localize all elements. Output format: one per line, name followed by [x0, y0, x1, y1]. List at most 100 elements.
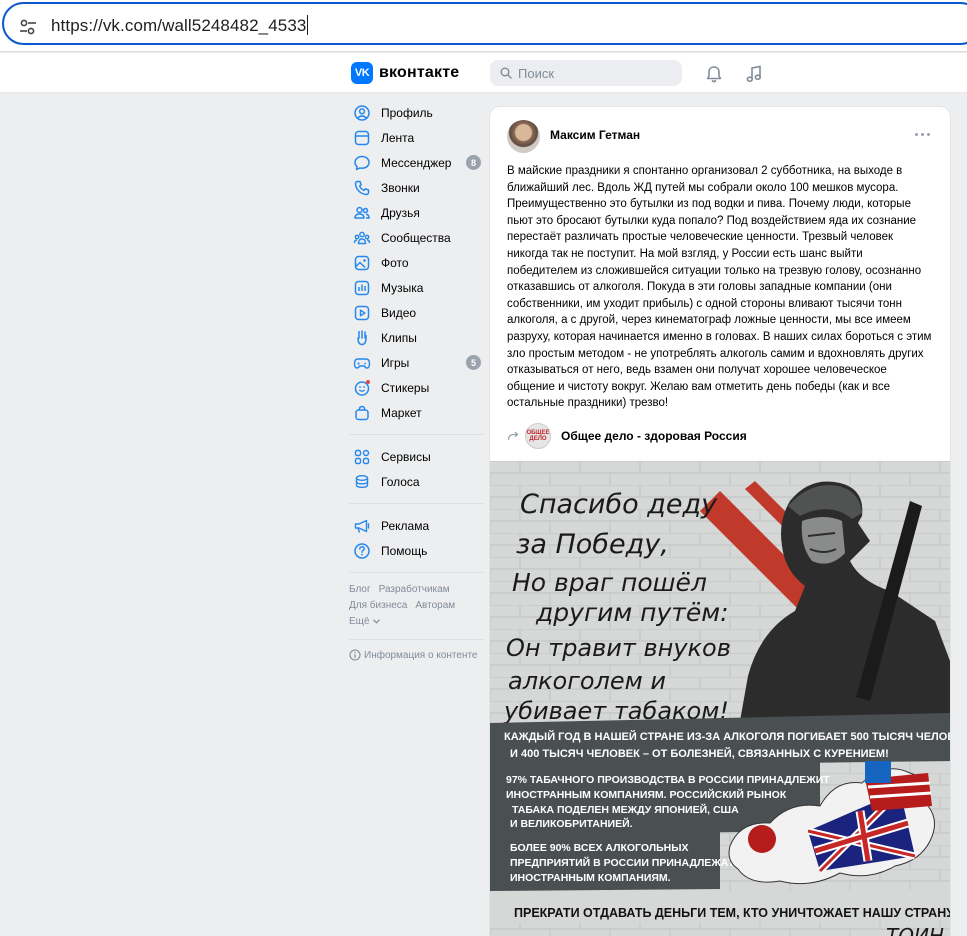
repost-source-name[interactable]: Общее дело - здоровая Россия	[561, 429, 747, 443]
footer-link-blog[interactable]: Блог	[349, 584, 371, 595]
sidebar-item-photos[interactable]: Фото	[349, 250, 484, 275]
sidebar-item-votes[interactable]: Голоса	[349, 469, 484, 494]
footer-link-developers[interactable]: Разработчикам	[379, 584, 450, 595]
vk-logo-text: вконтакте	[379, 64, 460, 81]
sidebar-divider	[349, 639, 484, 640]
chevron-down-icon	[373, 619, 381, 624]
video-icon	[354, 305, 370, 320]
sidebar-item-ads[interactable]: Реклама	[349, 513, 484, 538]
info-icon	[349, 649, 361, 661]
phone-icon	[354, 180, 370, 195]
sidebar-item-label: Друзья	[381, 205, 420, 220]
sidebar-item-communities[interactable]: Сообщества	[349, 225, 484, 250]
notification-badge: 5	[466, 355, 481, 370]
sidebar-item-friends[interactable]: Друзья	[349, 200, 484, 225]
poster-stat-text: И ВЕЛИКОБРИТАНИЕЙ.	[510, 817, 633, 830]
bell-icon[interactable]	[704, 64, 724, 84]
poster-slogan-line: Но враг пошёл	[512, 568, 707, 597]
music-icon	[354, 280, 370, 295]
wall-post: Максим Гетман В майские праздники я спон…	[490, 107, 950, 936]
sidebar-item-market[interactable]: Маркет	[349, 400, 484, 425]
sidebar-item-label: Маркет	[381, 405, 422, 420]
poster-stat-text: ТАБАКА ПОДЕЛЕН МЕЖДУ ЯПОНИЕЙ, США	[512, 803, 739, 816]
message-icon	[354, 155, 370, 170]
sidebar-item-label: Реклама	[381, 518, 430, 533]
help-icon	[354, 542, 370, 559]
vk-header: VK вконтакте	[0, 53, 967, 93]
sidebar-item-help[interactable]: Помощь	[349, 538, 484, 563]
footer-more-button[interactable]: Ещё	[349, 614, 484, 630]
sidebar-item-label: Музыка	[381, 280, 424, 295]
content-info-label: Информация о контенте	[364, 649, 478, 661]
sidebar-item-label: Сервисы	[381, 449, 431, 464]
coins-icon	[355, 474, 369, 488]
poster-slogan-line: другим путём:	[535, 598, 729, 627]
search-box[interactable]	[490, 60, 682, 86]
market-bag-icon	[355, 405, 369, 420]
search-input[interactable]	[518, 65, 668, 81]
sidebar-item-services[interactable]: Сервисы	[349, 444, 484, 469]
repost-source-avatar[interactable]: ОБЩЕЕ ДЕЛО	[525, 423, 551, 449]
services-grid-icon	[354, 449, 370, 464]
megaphone-icon	[354, 519, 370, 533]
sidebar-item-music[interactable]: Музыка	[349, 275, 484, 300]
post-text: В майские праздники я спонтанно организо…	[507, 165, 932, 410]
sidebar-item-label: Мессенджер	[381, 155, 452, 170]
poster-cta-text: ПРЕКРАТИ ОТДАВАТЬ ДЕНЬГИ ТЕМ, КТО УНИЧТО…	[514, 906, 950, 920]
text-caret	[307, 15, 309, 35]
sidebar-item-messenger[interactable]: Мессенджер 8	[349, 150, 484, 175]
gamepad-icon	[353, 357, 371, 369]
sidebar-item-calls[interactable]: Звонки	[349, 175, 484, 200]
sidebar-divider	[349, 434, 484, 435]
poster-slogan-line: Он травит внуков	[506, 634, 731, 662]
sidebar-item-label: Игры	[381, 355, 410, 370]
sidebar-item-profile[interactable]: Профиль	[349, 100, 484, 125]
content-info-link[interactable]: Информация о контенте	[349, 649, 484, 661]
post-image-poster[interactable]: Спасибо деду за Победу, Но враг пошёл др…	[490, 461, 950, 936]
url-text[interactable]: https://vk.com/wall5248482_4533	[51, 15, 309, 36]
sidebar-item-label: Голоса	[381, 474, 420, 489]
sidebar-item-feed[interactable]: Лента	[349, 125, 484, 150]
clips-icon	[357, 329, 367, 345]
left-sidebar: Профиль Лента Мессенджер 8 Звонки Друзья…	[349, 100, 484, 661]
sidebar-item-label: Клипы	[381, 330, 417, 345]
author-avatar[interactable]	[507, 120, 540, 153]
sidebar-item-games[interactable]: Игры 5	[349, 350, 484, 375]
poster-stat-text: БОЛЕЕ 90% ВСЕХ АЛКОГОЛЬНЫХ	[510, 842, 689, 854]
sidebar-item-clips[interactable]: Клипы	[349, 325, 484, 350]
unread-badge: 8	[466, 155, 481, 170]
sidebar-item-label: Видео	[381, 305, 417, 320]
repost-source[interactable]: ОБЩЕЕ ДЕЛО Общее дело - здоровая Россия	[507, 423, 747, 449]
sidebar-item-label: Сообщества	[381, 230, 451, 245]
communities-icon	[353, 231, 371, 244]
browser-toolbar: https://vk.com/wall5248482_4533	[0, 0, 967, 52]
poster-stat-text: 97% ТАБАЧНОГО ПРОИЗВОДСТВА В РОССИИ ПРИН…	[506, 774, 830, 786]
sidebar-item-label: Фото	[381, 255, 409, 270]
post-more-menu-icon[interactable]	[915, 133, 930, 136]
photo-icon	[354, 255, 370, 270]
sidebar-item-stickers[interactable]: Стикеры	[349, 375, 484, 400]
sidebar-item-label: Лента	[381, 130, 415, 145]
friends-icon	[354, 206, 370, 219]
poster-signature: ТОИН	[886, 924, 944, 936]
poster-slogan-line: Спасибо деду	[520, 489, 718, 520]
music-note-icon[interactable]	[744, 64, 764, 84]
poster-stat-text: ИНОСТРАННЫМ КОМПАНИЯМ. РОССИЙСКИЙ РЫНОК	[506, 788, 787, 801]
footer-link-authors[interactable]: Авторам	[415, 600, 455, 611]
repost-arrow-icon	[507, 431, 519, 441]
sidebar-item-label: Профиль	[381, 105, 433, 120]
poster-stat-text: ИНОСТРАННЫМ КОМПАНИЯМ.	[510, 872, 671, 884]
post-author-name[interactable]: Максим Гетман	[550, 128, 640, 142]
vk-logo[interactable]: VK вконтакте	[351, 62, 459, 84]
footer-link-business[interactable]: Для бизнеса	[349, 600, 407, 611]
sidebar-item-video[interactable]: Видео	[349, 300, 484, 325]
user-circle-icon	[354, 104, 370, 121]
site-settings-icon[interactable]	[18, 17, 38, 37]
sidebar-footer-links: Блог Разработчикам Для бизнеса Авторам Ещё	[349, 582, 484, 630]
sidebar-divider	[349, 503, 484, 504]
sticker-icon	[354, 379, 370, 396]
sidebar-item-label: Звонки	[381, 180, 420, 195]
address-bar[interactable]: https://vk.com/wall5248482_4533	[2, 2, 967, 45]
poster-slogan-line: за Победу,	[516, 529, 669, 560]
sidebar-item-label: Стикеры	[381, 380, 430, 395]
